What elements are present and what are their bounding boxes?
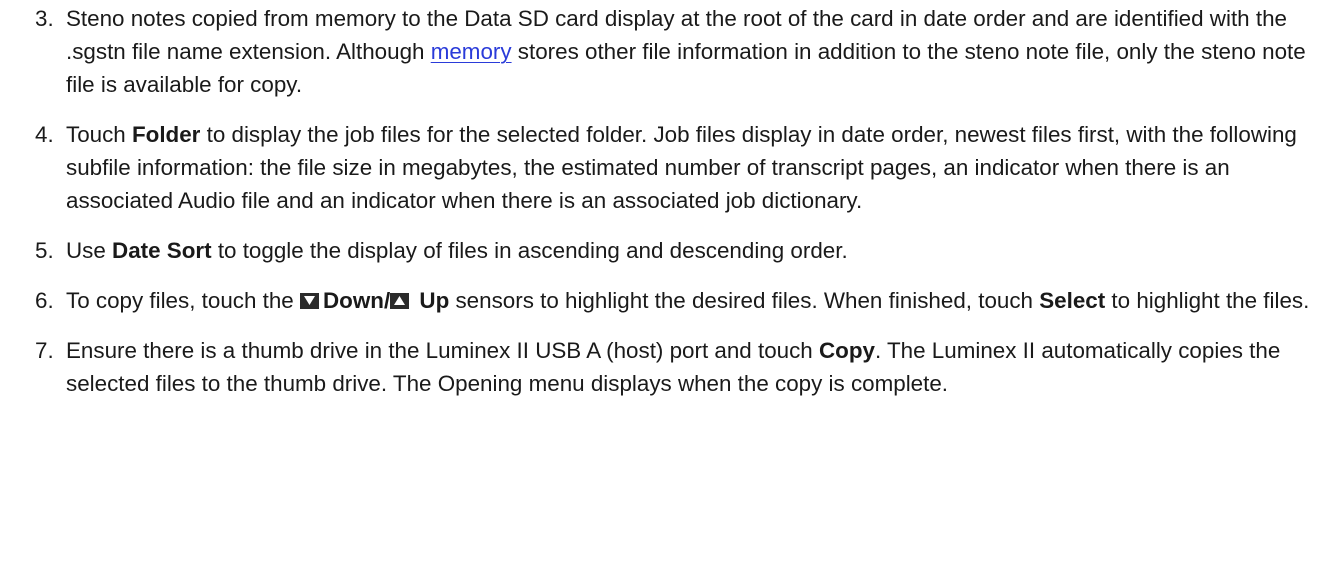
up-keyword: Up	[419, 288, 450, 313]
document-body: 3. Steno notes copied from memory to the …	[0, 0, 1330, 583]
step-number: 5.	[35, 238, 54, 263]
step-6: 6. To copy files, touch the Down/ Up sens…	[0, 284, 1310, 317]
step-number: 7.	[35, 338, 54, 363]
step-number: 3.	[35, 6, 54, 31]
step-3: 3. Steno notes copied from memory to the …	[0, 2, 1310, 101]
step-text: Ensure there is a thumb drive in the Lum…	[66, 338, 819, 363]
date-sort-keyword: Date Sort	[112, 238, 212, 263]
step-text: to display the job files for the selecte…	[66, 122, 1297, 213]
step-text: sensors to highlight the desired files. …	[449, 288, 1040, 313]
step-text: Use	[66, 238, 113, 263]
copy-keyword: Copy	[818, 338, 875, 363]
step-text: To copy files, touch the	[66, 288, 300, 313]
step-number: 6.	[35, 288, 54, 313]
step-text: to toggle the display of files in ascend…	[211, 238, 848, 263]
step-text: to highlight the files.	[1105, 288, 1310, 313]
step-7: 7. Ensure there is a thumb drive in the L…	[0, 334, 1310, 400]
step-number: 4.	[35, 122, 54, 147]
down-keyword: Down/	[323, 288, 391, 313]
folder-keyword: Folder	[131, 122, 201, 147]
down-sensor-icon	[300, 293, 319, 309]
steps-list: 3. Steno notes copied from memory to the …	[0, 2, 1310, 400]
step-4: 4. Touch Folder to display the job files …	[0, 118, 1310, 217]
step-5: 5. Use Date Sort to toggle the display of…	[0, 234, 1310, 267]
memory-link[interactable]: memory	[431, 39, 512, 64]
select-keyword: Select	[1039, 288, 1106, 313]
up-sensor-icon	[390, 293, 410, 309]
step-text: Touch	[66, 122, 132, 147]
